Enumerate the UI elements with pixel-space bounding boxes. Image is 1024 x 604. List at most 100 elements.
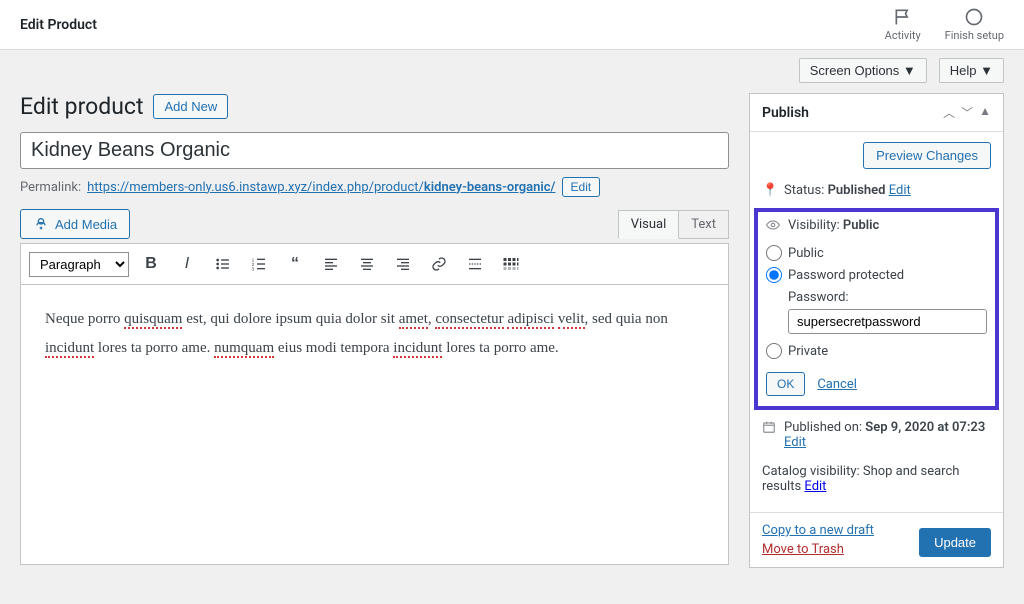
ol-icon: 123 <box>251 256 267 272</box>
visibility-ok-button[interactable]: OK <box>766 372 805 396</box>
move-up-icon[interactable]: ︿ <box>943 104 955 121</box>
password-input[interactable] <box>788 309 987 334</box>
published-section: Published on: Sep 9, 2020 at 07:23 Edit <box>762 414 991 456</box>
visibility-password-label: Password protected <box>788 268 904 283</box>
editor-tabs: Visual Text <box>618 210 729 239</box>
publish-metabox: Publish ︿ ﹀ ▲ Preview Changes 📍 Status: … <box>749 93 1004 568</box>
link-button[interactable] <box>425 250 453 278</box>
align-center-icon <box>359 256 375 272</box>
visibility-actions: OK Cancel <box>766 372 987 396</box>
svg-text:3: 3 <box>252 267 255 272</box>
metabox-toggles: ︿ ﹀ ▲ <box>943 104 991 121</box>
kitchen-sink-icon <box>502 256 520 272</box>
media-icon <box>33 216 49 232</box>
editor-toolbar: Paragraph B I 123 “ <box>20 243 729 285</box>
preview-changes-button[interactable]: Preview Changes <box>863 142 991 169</box>
copy-draft-link[interactable]: Copy to a new draft <box>762 523 874 538</box>
visibility-public-row[interactable]: Public <box>766 242 987 264</box>
page-heading: Edit product Add New <box>20 93 729 120</box>
bold-button[interactable]: B <box>137 250 165 278</box>
visibility-highlight: Visibility: Public Public Password prote… <box>754 208 999 410</box>
toolbar-toggle-button[interactable] <box>497 250 525 278</box>
add-media-button[interactable]: Add Media <box>20 209 130 239</box>
tab-text[interactable]: Text <box>679 210 729 239</box>
insert-more-button[interactable] <box>461 250 489 278</box>
move-down-icon[interactable]: ﹀ <box>961 104 973 121</box>
format-select[interactable]: Paragraph <box>29 252 129 277</box>
product-title-input[interactable] <box>20 132 729 169</box>
activity-button[interactable]: Activity <box>885 7 921 42</box>
align-center-button[interactable] <box>353 250 381 278</box>
visibility-section: Visibility: Public <box>766 218 987 242</box>
major-left: Copy to a new draft Move to Trash <box>762 523 874 557</box>
align-left-button[interactable] <box>317 250 345 278</box>
finish-setup-label: Finish setup <box>945 29 1004 42</box>
visibility-password-row[interactable]: Password protected <box>766 264 987 286</box>
collapse-icon[interactable]: ▲ <box>979 104 991 121</box>
catalog-section: Catalog visibility: Shop and search resu… <box>762 456 991 502</box>
permalink-row: Permalink: https://members-only.us6.inst… <box>20 177 729 197</box>
visibility-private-radio[interactable] <box>766 343 782 359</box>
eye-icon <box>766 218 782 236</box>
main-wrap: Edit product Add New Permalink: https://… <box>0 83 1024 604</box>
publish-body: Preview Changes 📍 Status: Published Edit <box>750 132 1003 512</box>
readmore-icon <box>467 256 483 272</box>
add-new-button[interactable]: Add New <box>153 94 228 119</box>
visibility-value: Public <box>843 218 879 233</box>
move-trash-link[interactable]: Move to Trash <box>762 542 874 557</box>
media-tabs-row: Add Media Visual Text <box>20 209 729 239</box>
link-icon <box>431 256 447 272</box>
align-right-icon <box>395 256 411 272</box>
visibility-password-radio[interactable] <box>766 267 782 283</box>
permalink-label: Permalink: <box>20 180 81 195</box>
catalog-label: Catalog visibility: <box>762 464 860 479</box>
published-value: Sep 9, 2020 at 07:23 <box>865 420 985 435</box>
topbar: Edit Product Activity Finish setup <box>0 0 1024 50</box>
published-label: Published on: <box>784 420 862 435</box>
permalink-link[interactable]: https://members-only.us6.instawp.xyz/ind… <box>87 180 555 195</box>
left-column: Edit product Add New Permalink: https://… <box>20 93 729 584</box>
align-right-button[interactable] <box>389 250 417 278</box>
tab-visual[interactable]: Visual <box>618 210 680 239</box>
add-media-label: Add Media <box>55 217 117 232</box>
blockquote-button[interactable]: “ <box>281 250 309 278</box>
screen-options-button[interactable]: Screen Options ▼ <box>799 58 927 83</box>
calendar-icon <box>762 420 778 438</box>
visibility-cancel-link[interactable]: Cancel <box>817 377 857 392</box>
help-button[interactable]: Help ▼ <box>939 58 1004 83</box>
password-label: Password: <box>788 290 987 305</box>
flag-icon <box>893 7 913 27</box>
activity-label: Activity <box>885 29 921 42</box>
visibility-public-radio[interactable] <box>766 245 782 261</box>
topbar-actions: Activity Finish setup <box>885 7 1004 42</box>
editor-content[interactable]: Neque porro quisquam est, qui dolore ips… <box>20 285 729 565</box>
visibility-private-label: Private <box>788 344 828 359</box>
italic-button[interactable]: I <box>173 250 201 278</box>
publish-header: Publish ︿ ﹀ ▲ <box>750 94 1003 132</box>
update-button[interactable]: Update <box>919 528 991 557</box>
visibility-public-label: Public <box>788 246 824 261</box>
right-column: Publish ︿ ﹀ ▲ Preview Changes 📍 Status: … <box>749 93 1004 584</box>
visibility-private-row[interactable]: Private <box>766 340 987 362</box>
major-actions: Copy to a new draft Move to Trash Update <box>750 512 1003 567</box>
bullet-list-button[interactable] <box>209 250 237 278</box>
screen-options-row: Screen Options ▼ Help ▼ <box>0 50 1024 83</box>
catalog-edit-link[interactable]: Edit <box>804 479 826 494</box>
status-value: Published <box>828 183 886 198</box>
circle-icon <box>964 7 984 27</box>
publish-heading: Publish <box>762 105 809 121</box>
pin-icon: 📍 <box>762 183 778 198</box>
preview-row: Preview Changes <box>762 142 991 169</box>
content-paragraph: Neque porro quisquam est, qui dolore ips… <box>45 305 704 362</box>
align-left-icon <box>323 256 339 272</box>
page-title: Edit product <box>20 93 143 120</box>
permalink-edit-button[interactable]: Edit <box>562 177 601 197</box>
published-edit-link[interactable]: Edit <box>784 435 806 450</box>
topbar-title: Edit Product <box>20 17 97 33</box>
numbered-list-button[interactable]: 123 <box>245 250 273 278</box>
finish-setup-button[interactable]: Finish setup <box>945 7 1004 42</box>
status-edit-link[interactable]: Edit <box>889 183 911 198</box>
status-section: 📍 Status: Published Edit <box>762 177 991 204</box>
visibility-label: Visibility: <box>788 218 840 233</box>
ul-icon <box>215 256 231 272</box>
